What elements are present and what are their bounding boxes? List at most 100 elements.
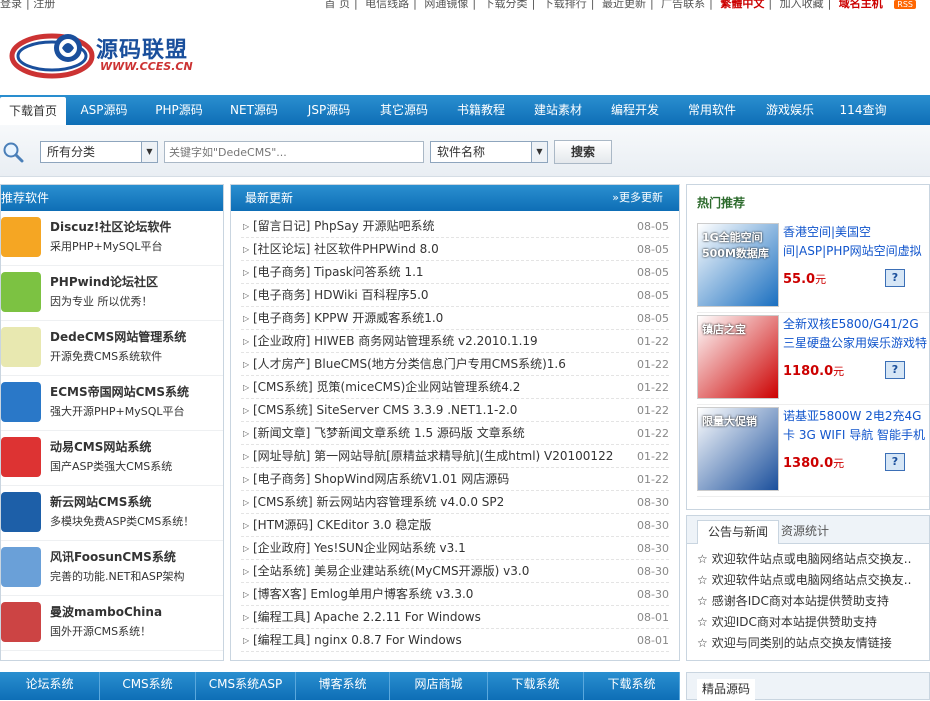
list-item[interactable]: ▷ [电子商务] HDWiki 百科程序5.0 08-05 [241,284,669,307]
list-item[interactable]: ▷ [编程工具] nginx 0.8.7 For Windows 08-01 [241,629,669,652]
news-title[interactable]: [企业政府] HIWEB 商务网站管理系统 v2.2010.1.19 [253,330,538,352]
field-select[interactable]: 软件名称 ▼ [430,141,548,163]
list-item[interactable]: ▷ [人才房产] BlueCMS(地方分类信息门户专用CMS系统)1.6 01-22 [241,353,669,376]
news-title[interactable]: [CMS系统] 觅策(miceCMS)企业网站管理系统4.2 [253,376,520,398]
news-title[interactable]: [博客X客] Emlog单用户博客系统 v3.3.0 [253,583,473,605]
news-title[interactable]: [编程工具] nginx 0.8.7 For Windows [253,629,462,651]
list-item[interactable]: ☆ 欢迎IDC商对本站提供赞助支持 [687,612,929,633]
hot-item[interactable]: 1G全能空间 500M数据库香港空间|美国空间|ASP|PHP网站空间虚拟主机1… [697,221,929,313]
product-image[interactable]: 1G全能空间 500M数据库 [697,223,779,307]
software-name[interactable]: PHPwind论坛社区 [50,273,158,290]
product-title[interactable]: 香港空间|美国空间|ASP|PHP网站空间虚拟主机1G免备案 [783,223,928,261]
login-link[interactable]: 登录 [0,0,22,10]
category-select[interactable]: 所有分类 ▼ [40,141,158,163]
software-name[interactable]: DedeCMS网站管理系统 [50,328,186,345]
news-title[interactable]: [新闻文章] 飞梦新闻文章系统 1.5 源码版 文章系统 [253,422,525,444]
software-name[interactable]: 新云网站CMS系统 [50,493,151,510]
tab-stats[interactable]: 资源统计 [771,520,839,544]
list-item[interactable]: ☆ 欢迎与同类别的站点交换友情链接 [687,633,929,654]
tab-premium-source[interactable]: 精品源码 [697,679,756,701]
news-title[interactable]: [留言日记] PhpSay 开源贴吧系统 [253,215,435,237]
list-item[interactable]: ▷ [电子商务] Tipask问答系统 1.1 08-05 [241,261,669,284]
list-item[interactable]: ▷ [电子商务] ShopWind网店系统V1.01 网店源码 01-22 [241,468,669,491]
nav-item-other[interactable]: 其它源码 [366,95,442,125]
software-name[interactable]: 动易CMS网站系统 [50,438,151,455]
product-title[interactable]: 诺基亚5800W 2电2充4G卡 3G WIFI 导航 智能手机 [783,407,928,445]
top-link-categories[interactable]: 下载分类 [484,0,528,10]
bottom-nav-item[interactable]: 博客系统 [296,672,390,700]
news-title[interactable]: [编程工具] Apache 2.2.11 For Windows [253,606,481,628]
list-item[interactable]: ▷ [企业政府] Yes!SUN企业网站系统 v3.1 08-30 [241,537,669,560]
news-title[interactable]: [网址导航] 第一网站导航[原精益求精导航](生成html) V20100122 [253,445,613,467]
keyword-input[interactable] [164,141,424,163]
nav-item-114[interactable]: 114查询 [830,95,896,125]
bottom-nav-item[interactable]: CMS系统ASP [196,672,296,700]
software-name[interactable]: ECMS帝国网站CMS系统 [50,383,189,400]
software-name[interactable]: 曼波mamboChina [50,603,162,620]
list-item[interactable]: ☆ 感谢各IDC商对本站提供赞助支持 [687,591,929,612]
bottom-nav-item[interactable]: 下载系统 [488,672,584,700]
notice-text[interactable]: 感谢各IDC商对本站提供赞助支持 [712,594,889,608]
bottom-nav-item[interactable]: 网店商城 [390,672,488,700]
recommend-item[interactable]: 新云网站CMS系统 多模块免费ASP类CMS系统！ [1,486,223,541]
nav-item-home[interactable]: 下载首页 [0,97,66,125]
recommend-item[interactable]: Discuz!社区论坛软件 采用PHP+MySQL平台 [1,211,223,266]
list-item[interactable]: ▷ [电子商务] KPPW 开源威客系统1.0 08-05 [241,307,669,330]
recommend-item[interactable]: 动易CMS网站系统 国产ASP类强大CMS系统 [1,431,223,486]
help-icon[interactable]: ? [885,361,905,379]
top-link-ads[interactable]: 广告联系 [661,0,705,10]
list-item[interactable]: ☆ 欢迎软件站点或电脑网络站点交换友.. [687,549,929,570]
recommend-item[interactable]: 曼波mamboChina 国外开源CMS系统！ [1,596,223,651]
bottom-nav-item[interactable]: CMS系统 [100,672,196,700]
news-title[interactable]: [电子商务] ShopWind网店系统V1.01 网店源码 [253,468,509,490]
nav-item-jsp[interactable]: JSP源码 [292,95,366,125]
help-icon[interactable]: ? [885,269,905,287]
nav-item-games[interactable]: 游戏娱乐 [750,95,830,125]
list-item[interactable]: ▷ [博客X客] Emlog单用户博客系统 v3.3.0 08-30 [241,583,669,606]
list-item[interactable]: ▷ [CMS系统] SiteServer CMS 3.3.9 .NET1.1-2.… [241,399,669,422]
news-title[interactable]: [电子商务] HDWiki 百科程序5.0 [253,284,429,306]
news-title[interactable]: [人才房产] BlueCMS(地方分类信息门户专用CMS系统)1.6 [253,353,566,375]
nav-item-materials[interactable]: 建站素材 [520,95,596,125]
bottom-nav-item[interactable]: 论坛系统 [0,672,100,700]
tab-notice[interactable]: 公告与新闻 [697,520,780,544]
list-item[interactable]: ▷ [网址导航] 第一网站导航[原精益求精导航](生成html) V2010012… [241,445,669,468]
list-item[interactable]: ▷ [CMS系统] 新云网站内容管理系统 v4.0.0 SP2 08-30 [241,491,669,514]
hot-item[interactable]: 镇店之宝 全新双核E5800/G41/2G三星硬盘公家用娱乐游戏特价电脑主机 118… [697,313,929,405]
product-image[interactable]: 限量大促销 [697,407,779,491]
top-link-telecom[interactable]: 电信线路 [365,0,409,10]
list-item[interactable]: ☆ 欢迎软件站点或电脑网络站点交换友.. [687,570,929,591]
top-link-favorite[interactable]: 加入收藏 [780,0,824,10]
recommend-item[interactable]: ECMS帝国网站CMS系统 强大开源PHP+MySQL平台 [1,376,223,431]
more-updates-link[interactable]: »更多更新 [612,185,663,211]
notice-text[interactable]: 欢迎软件站点或电脑网络站点交换友.. [712,552,912,566]
nav-item-software[interactable]: 常用软件 [674,95,750,125]
list-item[interactable]: ▷ [CMS系统] 觅策(miceCMS)企业网站管理系统4.2 01-22 [241,376,669,399]
list-item[interactable]: ▷ [留言日记] PhpSay 开源贴吧系统 08-05 [241,215,669,238]
news-title[interactable]: [CMS系统] SiteServer CMS 3.3.9 .NET1.1-2.0 [253,399,517,421]
news-title[interactable]: [CMS系统] 新云网站内容管理系统 v4.0.0 SP2 [253,491,504,513]
notice-text[interactable]: 欢迎与同类别的站点交换友情链接 [712,636,892,650]
list-item[interactable]: ▷ [HTM源码] CKEditor 3.0 稳定版 08-30 [241,514,669,537]
list-item[interactable]: ▷ [编程工具] Apache 2.2.11 For Windows 08-01 [241,606,669,629]
news-title[interactable]: [全站系统] 美易企业建站系统(MyCMS开源版) v3.0 [253,560,529,582]
news-title[interactable]: [企业政府] Yes!SUN企业网站系统 v3.1 [253,537,466,559]
top-link-domain-host[interactable]: 域名主机 [839,0,883,10]
search-button[interactable]: 搜索 [554,140,612,164]
news-title[interactable]: [电子商务] Tipask问答系统 1.1 [253,261,424,283]
news-title[interactable]: [社区论坛] 社区软件PHPWind 8.0 [253,238,439,260]
notice-text[interactable]: 欢迎软件站点或电脑网络站点交换友.. [712,573,912,587]
news-title[interactable]: [电子商务] KPPW 开源威客系统1.0 [253,307,443,329]
hot-item[interactable]: 限量大促销 诺基亚5800W 2电2充4G卡 3G WIFI 导航 智能手机 138… [697,405,929,497]
help-icon[interactable]: ? [885,453,905,471]
recommend-item[interactable]: DedeCMS网站管理系统 开源免费CMS系统软件 [1,321,223,376]
news-title[interactable]: [HTM源码] CKEditor 3.0 稳定版 [253,514,431,536]
nav-item-php[interactable]: PHP源码 [142,95,216,125]
software-name[interactable]: 风讯FoosunCMS系统 [50,548,176,565]
top-link-home[interactable]: 首 页 [324,0,350,10]
top-link-netcom[interactable]: 网通镜像 [424,0,468,10]
product-image[interactable]: 镇店之宝 [697,315,779,399]
recommend-item[interactable]: PHPwind论坛社区 因为专业 所以优秀！ [1,266,223,321]
list-item[interactable]: ▷ [新闻文章] 飞梦新闻文章系统 1.5 源码版 文章系统 01-22 [241,422,669,445]
bottom-nav-item[interactable]: 下载系统 [584,672,680,700]
